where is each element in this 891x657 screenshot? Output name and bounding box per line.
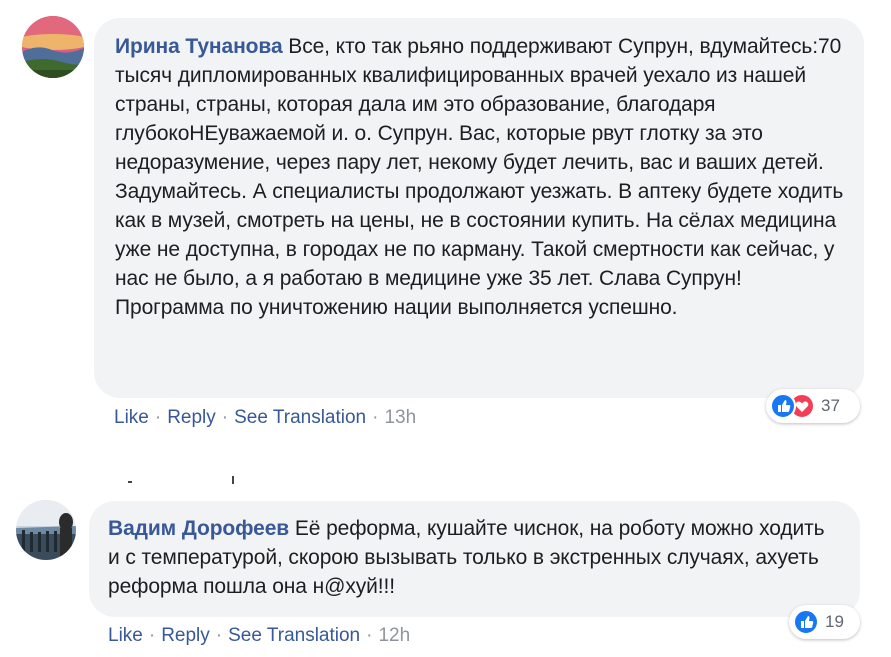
reactions-summary[interactable]: 19 (789, 605, 860, 639)
see-translation-link[interactable]: See Translation (228, 625, 360, 646)
comment-text: Ирина Тунанова Все, кто так рьяно поддер… (115, 32, 844, 322)
like-link[interactable]: Like (114, 407, 149, 428)
separator: · (154, 407, 162, 428)
comment-bubble: Ирина Тунанова Все, кто так рьяно поддер… (94, 18, 864, 398)
comment-text: Вадим Дорофеев Её реформа, кушайте чисно… (108, 514, 840, 601)
reaction-count: 19 (825, 612, 844, 631)
reactions-summary[interactable]: 37 (766, 389, 860, 423)
separator: · (366, 625, 373, 646)
divider-mark (232, 476, 234, 484)
author-name[interactable]: Ирина Тунанова (115, 35, 283, 58)
separator: · (215, 625, 223, 646)
like-icon (793, 609, 819, 635)
reaction-count: 37 (821, 396, 840, 415)
comment-body: Все, кто так рьяно поддерживают Супрун, … (115, 35, 844, 319)
timestamp[interactable]: 12h (378, 625, 410, 646)
comment-actions: Like · Reply · See Translation · 12h (108, 625, 410, 647)
comment-actions: Like · Reply · See Translation · 13h (114, 407, 416, 429)
like-icon (770, 393, 796, 419)
avatar[interactable] (16, 500, 76, 560)
avatar[interactable] (22, 16, 84, 78)
avatar-image (16, 500, 76, 560)
see-translation-link[interactable]: See Translation (234, 407, 366, 428)
separator: · (148, 625, 156, 646)
separator: · (221, 407, 229, 428)
reply-link[interactable]: Reply (167, 407, 216, 428)
comment-bubble: Вадим Дорофеев Её реформа, кушайте чисно… (89, 501, 860, 617)
reply-link[interactable]: Reply (161, 625, 210, 646)
author-name[interactable]: Вадим Дорофеев (108, 517, 289, 540)
like-link[interactable]: Like (108, 625, 143, 646)
avatar-image (22, 16, 84, 78)
timestamp[interactable]: 13h (384, 407, 416, 428)
divider-mark (128, 481, 132, 483)
separator: · (372, 407, 379, 428)
